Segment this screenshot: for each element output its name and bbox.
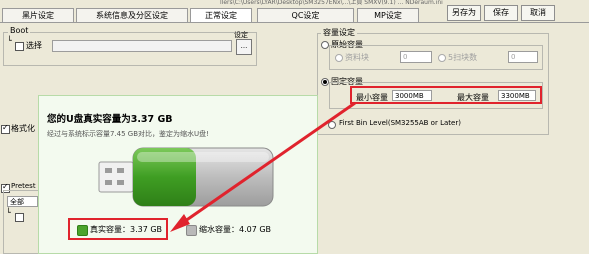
red-arrow-icon	[170, 101, 356, 232]
